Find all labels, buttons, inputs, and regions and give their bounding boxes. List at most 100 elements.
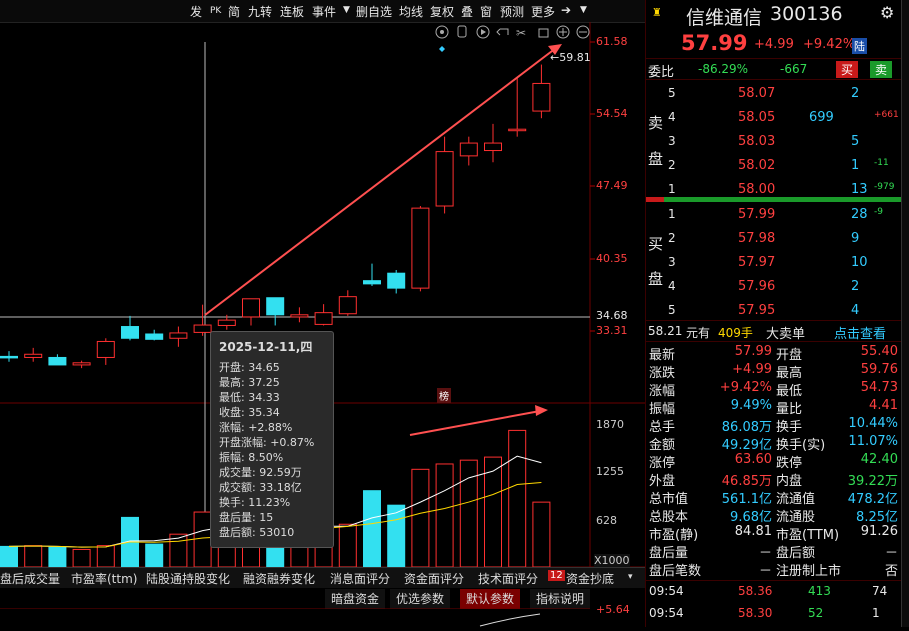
tab-margin-change[interactable]: 融资融券变化 <box>243 570 315 587</box>
book-volume: 699 <box>809 110 834 125</box>
stat-label: 盘后量 <box>649 546 689 561</box>
optimal-params-button[interactable]: 优选参数 <box>390 589 451 609</box>
stat-label: 开盘 <box>776 348 803 363</box>
crosshair-price-label: 34.68 <box>596 309 628 322</box>
stat-value: － <box>758 564 772 579</box>
tab-news-score[interactable]: 消息面评分 <box>330 570 390 587</box>
stat-value: 46.85万 <box>721 474 772 489</box>
dark-pool-button[interactable]: 暗盘资金 <box>325 589 386 609</box>
bid-side-label: 盘 <box>648 270 664 288</box>
toolbar-item-fa[interactable]: 发 <box>190 3 202 20</box>
toolbar-fuquan[interactable]: 复权 <box>430 3 454 20</box>
stat-value: 54.73 <box>860 380 898 395</box>
price-axis-label: 33.31 <box>596 324 628 337</box>
stat-label: 总股本 <box>649 510 689 525</box>
toolbar-more[interactable]: 更多 <box>531 3 555 20</box>
buy-button[interactable]: 买 <box>836 61 859 78</box>
stat-label: 换手(实) <box>776 438 826 453</box>
stat-value: 否 <box>884 564 898 579</box>
volume-bar <box>363 490 381 568</box>
high-mark-label: ←59.81 <box>550 51 591 64</box>
volume-bar <box>96 545 115 568</box>
volume-bar <box>193 511 212 568</box>
volume-arrow-head <box>535 405 548 416</box>
tab-more-icon[interactable]: ▾ <box>628 572 633 582</box>
tooltip-line: 涨幅: +2.88% <box>219 421 293 434</box>
stat-label: 换手 <box>776 420 803 435</box>
tooltip-line: 成交量: 92.59万 <box>219 466 302 479</box>
volume-bar <box>435 463 454 568</box>
book-price: 58.03 <box>738 134 776 149</box>
tooltip-line: 盘后额: 53010 <box>219 526 295 539</box>
stat-label: 注册制上市 <box>776 564 842 579</box>
tab-fund-bottom[interactable]: 资金抄底 <box>566 570 614 587</box>
stat-label: 涨幅 <box>649 384 676 399</box>
kline-chart[interactable]: ✂ 61.58 54.54 47.49 40.35 34.68 33.31 ←5… <box>0 22 645 627</box>
toolbar-ma[interactable]: 均线 <box>399 3 423 20</box>
book-price: 57.95 <box>738 303 776 318</box>
candle-body <box>24 353 43 358</box>
toolbar-delete-watch[interactable]: 删自选 <box>356 3 392 20</box>
candle-body <box>435 151 454 207</box>
book-level: 4 <box>668 110 676 124</box>
default-params-button[interactable]: 默认参数 <box>460 589 521 609</box>
book-price: 58.05 <box>738 110 776 125</box>
sell-button[interactable]: 卖 <box>870 61 893 78</box>
dropdown-icon[interactable]: ▼ <box>343 5 350 15</box>
book-level: 2 <box>668 231 676 245</box>
book-volume: 4 <box>851 303 860 318</box>
book-price: 58.07 <box>738 86 776 101</box>
toolbar-forecast[interactable]: 预测 <box>500 3 524 20</box>
view-big-orders-link[interactable]: 点击查看 <box>834 323 886 342</box>
toolbar-overlay[interactable]: 叠 <box>461 3 473 20</box>
book-level: 4 <box>668 279 676 293</box>
big-order-qty: 409手 <box>718 326 753 340</box>
tab-after-hours-volume[interactable]: 盘后成交量 <box>0 570 60 587</box>
toolbar-window[interactable]: 窗 <box>480 3 492 20</box>
price-axis-label: 40.35 <box>596 252 628 265</box>
stat-label: 盘后笔数 <box>649 564 702 579</box>
stat-value: 42.40 <box>860 452 898 467</box>
stat-value: 478.2亿 <box>847 492 898 507</box>
indicator-help-button[interactable]: 指标说明 <box>530 589 591 609</box>
toolbar-item-shijian[interactable]: 事件 <box>312 3 336 20</box>
book-level: 1 <box>668 207 676 221</box>
book-price: 58.02 <box>738 158 776 173</box>
volume-bar <box>24 545 43 568</box>
tooltip-line: 最低: 34.33 <box>219 391 280 404</box>
hist-tag[interactable]: 榜 <box>437 388 451 403</box>
collapse-icon[interactable]: ➔ <box>561 3 571 17</box>
volume-unit-label: X1000 <box>594 554 630 567</box>
tab-pe-ttm[interactable]: 市盈率(ttm) <box>71 570 137 587</box>
stat-label: 总市值 <box>649 492 689 507</box>
stat-value: 57.99 <box>734 344 772 359</box>
stat-label: 最高 <box>776 366 803 381</box>
indicator-tabs: 盘后成交量 市盈率(ttm) 陆股通持股变化 融资融券变化 消息面评分 资金面评… <box>0 567 645 588</box>
stat-value: 59.76 <box>860 362 898 377</box>
toolbar-item-jian[interactable]: 简 <box>228 3 240 20</box>
chevron-down-icon[interactable]: ▼ <box>580 5 587 15</box>
tab-northbound-holding[interactable]: 陆股通持股变化 <box>146 570 230 587</box>
book-delta: -9 <box>874 207 883 217</box>
gear-icon[interactable]: ⚙ <box>880 3 894 22</box>
toolbar-item-lianban[interactable]: 连板 <box>280 3 304 20</box>
side-strip[interactable] <box>901 0 909 627</box>
candle-body <box>217 319 236 326</box>
tab-tech-score[interactable]: 技术面评分 <box>478 570 538 587</box>
toolbar-item-pk[interactable]: PK <box>210 6 221 16</box>
chart-toolbar: 发 PK 简 九转 连板 事件 ▼ 删自选 均线 复权 叠 窗 预测 更多 ➔ … <box>0 0 645 23</box>
tab-fund-score[interactable]: 资金面评分 <box>404 570 464 587</box>
chart-tools: ✂ <box>435 25 590 40</box>
stat-label: 金额 <box>649 438 676 453</box>
toolbar-item-jiuzhuan[interactable]: 九转 <box>248 3 272 20</box>
stat-value: － <box>758 546 772 561</box>
weibi-row: 委比 -86.29% -667 买 卖 <box>646 58 901 80</box>
big-order-unit: 元有 <box>686 326 711 340</box>
tooltip-line: 收盘: 35.34 <box>219 406 280 419</box>
bid-side-label: 买 <box>648 235 664 253</box>
candle-tooltip: 2025-12-11,四 开盘: 34.65 最高: 37.25 最低: 34.33… <box>210 331 334 548</box>
tooltip-line: 换手: 11.23% <box>219 496 291 509</box>
svg-text:✂: ✂ <box>516 26 526 40</box>
volume-axis-label: 1255 <box>596 465 624 478</box>
stat-label: 流通值 <box>776 492 816 507</box>
